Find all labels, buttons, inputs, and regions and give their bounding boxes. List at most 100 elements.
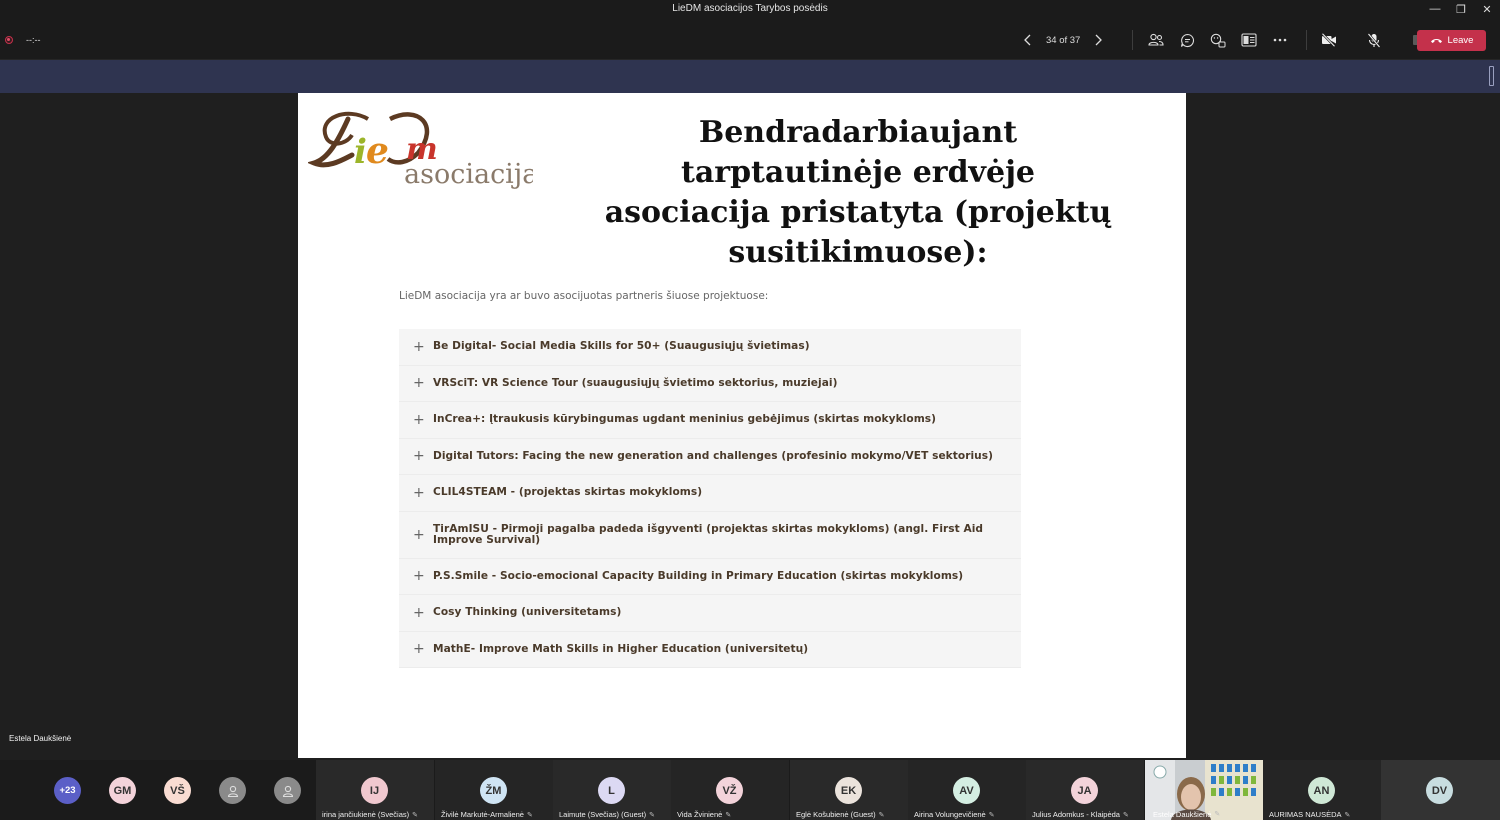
participant-tile[interactable]: JA Julius Adomkus - Klaipėda ✎ xyxy=(1026,760,1144,820)
person-icon xyxy=(227,785,238,797)
avatar[interactable] xyxy=(219,777,246,804)
svg-text:i: i xyxy=(354,132,367,172)
accordion-item-label: Digital Tutors: Facing the new generatio… xyxy=(433,449,994,462)
avatar: AV xyxy=(953,777,980,804)
previous-slide-button[interactable] xyxy=(1020,32,1036,48)
plus-icon: + xyxy=(413,604,425,621)
reactions-button[interactable] xyxy=(1209,31,1227,49)
mic-toggle-button[interactable] xyxy=(1365,31,1383,49)
chat-button[interactable] xyxy=(1178,31,1196,49)
accordion-item[interactable]: + MathE- Improve Math Skills in Higher Ed… xyxy=(399,631,1021,668)
scrollbar[interactable] xyxy=(1489,66,1494,86)
mic-off-icon: ✎ xyxy=(988,811,995,819)
accordion-item[interactable]: + Digital Tutors: Facing the new generati… xyxy=(399,438,1021,475)
avatar[interactable] xyxy=(274,777,301,804)
svg-text:asociacija: asociacija xyxy=(404,159,533,190)
participant-tile[interactable]: AV Airina Volungevičienė ✎ xyxy=(908,760,1026,820)
mic-off-icon xyxy=(1367,32,1381,48)
participant-tile[interactable]: L Laimute (Svečias) (Guest) ✎ xyxy=(553,760,671,820)
close-button[interactable]: ✕ xyxy=(1474,0,1500,18)
participant-name-text: Julius Adomkus - Klaipėda xyxy=(1032,810,1120,819)
accordion-item[interactable]: + InCrea+: Įtraukusis kūrybingumas ugdant… xyxy=(399,402,1021,439)
leave-button[interactable]: Leave xyxy=(1417,30,1486,51)
mic-off-icon: ✎ xyxy=(649,811,655,819)
avatar[interactable]: GM xyxy=(109,777,136,804)
participant-tile[interactable]: EK Eglė Košubienė (Guest) ✎ xyxy=(790,760,908,820)
avatar: VŽ xyxy=(716,777,743,804)
window-title-bar: LieDM asociacijos Tarybos posėdis — ❐ ✕ xyxy=(0,0,1500,18)
meeting-timer: --:-- xyxy=(26,35,41,45)
plus-icon: + xyxy=(413,411,425,428)
slide-navigation: 34 of 37 xyxy=(1020,30,1106,50)
accordion-item[interactable]: + CLIL4STEAM - (projektas skirtas mokyklo… xyxy=(399,475,1021,512)
person-icon xyxy=(282,785,293,797)
presenter-name: Estela Daukšienė xyxy=(9,734,72,743)
participant-name-text: Airina Volungevičienė xyxy=(914,810,986,819)
participant-strip: +23 GM VŠ IJ irina jančiukienė (Svečias)… xyxy=(0,760,1500,820)
mic-off-icon: ✎ xyxy=(725,811,732,819)
participant-name: Živilė Markutė-Armalienė ✎ xyxy=(441,810,549,819)
participant-name: Vida Žvinienė ✎ xyxy=(677,810,785,819)
more-options-button[interactable] xyxy=(1271,31,1289,49)
accordion-item-label: Cosy Thinking (universitetams) xyxy=(433,606,622,619)
avatar[interactable]: VŠ xyxy=(164,777,191,804)
participant-name-text: Estela Daukšienė xyxy=(1153,810,1212,819)
accordion-item-label: TirAmISU - Pirmoji pagalba padeda išgyve… xyxy=(433,522,984,546)
participant-name: Airina Volungevičienė ✎ xyxy=(914,810,1022,819)
accordion-item-label: VRSciT: VR Science Tour (suaugusiųjų švi… xyxy=(433,376,838,389)
accordion-item[interactable]: + TirAmISU - Pirmoji pagalba padeda išgyv… xyxy=(399,511,1021,559)
mic-off-icon: ✎ xyxy=(412,811,418,819)
restore-button[interactable]: ❐ xyxy=(1448,0,1474,18)
logo-graphic: i e m asociacija xyxy=(306,111,538,190)
people-button[interactable] xyxy=(1147,31,1165,49)
accordion-item-label: InCrea+: Įtraukusis kūrybingumas ugdant … xyxy=(433,413,937,426)
meeting-info-band xyxy=(0,60,1500,93)
accordion-item[interactable]: + VRSciT: VR Science Tour (suaugusiųjų šv… xyxy=(399,365,1021,402)
mic-off-icon: ✎ xyxy=(1122,811,1129,819)
plus-icon: + xyxy=(413,641,425,658)
participant-tile[interactable]: IJ irina jančiukienė (Svečias) ✎ xyxy=(316,760,434,820)
device-controls xyxy=(1320,30,1428,50)
avatar: IJ xyxy=(361,777,388,804)
liedm-logo: i e m asociacija xyxy=(306,107,538,199)
accordion-item[interactable]: + Be Digital- Social Media Skills for 50+… xyxy=(399,329,1021,366)
slide-title: Bendradarbiaujant tarptautinėje erdvėje … xyxy=(604,115,1112,270)
participant-name: Julius Adomkus - Klaipėda ✎ xyxy=(1032,810,1140,819)
plus-icon: + xyxy=(413,526,425,543)
participant-video-tile[interactable]: Estela Daukšienė ✎ xyxy=(1145,760,1263,820)
toolbar-divider xyxy=(1306,30,1307,50)
avatar: EK xyxy=(835,777,862,804)
participant-name-text: AURIMAS NAUSĖDA xyxy=(1269,810,1342,819)
participant-tile[interactable]: AN AURIMAS NAUSĖDA ✎ xyxy=(1263,760,1381,820)
plus-icon: + xyxy=(413,484,425,501)
toolbar-divider xyxy=(1132,30,1133,50)
participant-name: AURIMAS NAUSĖDA ✎ xyxy=(1269,810,1377,819)
accordion-item[interactable]: + Cosy Thinking (universitetams) xyxy=(399,595,1021,632)
participant-name-text: Živilė Markutė-Armalienė xyxy=(441,810,524,819)
camera-toggle-button[interactable] xyxy=(1320,31,1338,49)
avatar: DV xyxy=(1426,777,1453,804)
plus-icon: + xyxy=(413,448,425,465)
minimize-button[interactable]: — xyxy=(1422,0,1448,18)
rooms-button[interactable] xyxy=(1240,31,1258,49)
participant-tile[interactable]: DV xyxy=(1381,760,1500,820)
participant-name: Estela Daukšienė ✎ xyxy=(1153,810,1220,819)
hang-up-icon xyxy=(1430,39,1442,43)
chevron-right-icon xyxy=(1095,34,1103,46)
chevron-left-icon xyxy=(1024,34,1031,46)
mic-off-icon: ✎ xyxy=(526,811,533,819)
next-slide-button[interactable] xyxy=(1090,32,1106,48)
participant-name: Eglė Košubienė (Guest) ✎ xyxy=(796,810,904,819)
accordion-item[interactable]: + P.S.Smile - Socio-emocional Capacity Bu… xyxy=(399,558,1021,595)
more-participants-button[interactable]: +23 xyxy=(54,777,81,804)
participant-tile[interactable]: ŽM Živilė Markutė-Armalienė ✎ xyxy=(435,760,553,820)
plus-icon: + xyxy=(413,568,425,585)
presentation-slide: i e m asociacija Bendradarbiaujant tarpt… xyxy=(298,93,1186,758)
participant-tile[interactable]: VŽ Vida Žvinienė ✎ xyxy=(671,760,789,820)
recording-icon xyxy=(5,36,13,44)
accordion-item-label: MathE- Improve Math Skills in Higher Edu… xyxy=(433,642,809,655)
avatar: AN xyxy=(1308,777,1335,804)
plus-icon: + xyxy=(413,338,425,355)
participant-name: irina jančiukienė (Svečias) ✎ xyxy=(322,810,430,819)
people-icon xyxy=(1148,33,1164,46)
